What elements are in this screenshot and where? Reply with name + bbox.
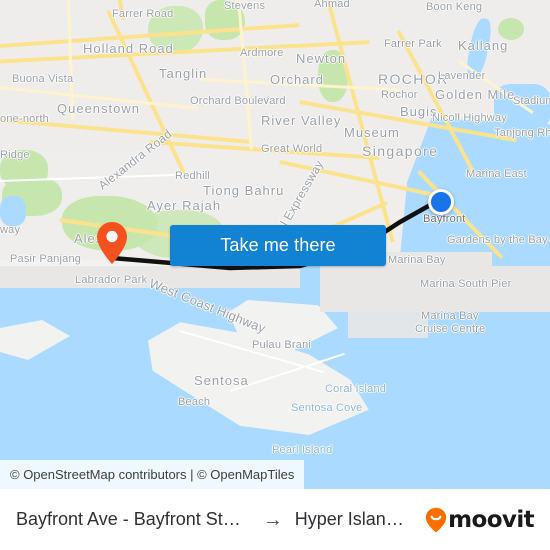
origin-pin-marker[interactable] xyxy=(97,222,127,264)
destination-dot-marker[interactable] xyxy=(428,189,454,215)
trip-summary-bar: Bayfront Ave - Bayfront Stn Exit ... → H… xyxy=(0,489,550,550)
arrow-right-icon: → xyxy=(262,508,283,531)
moovit-wordmark: moovit xyxy=(448,506,534,533)
take-me-there-button[interactable]: Take me there xyxy=(170,225,386,266)
map-canvas[interactable]: Farrer Road Stevens Ahmad Boon Keng Holland … xyxy=(0,0,550,489)
map-attribution[interactable]: © OpenStreetMap contributors | © OpenMap… xyxy=(0,460,305,489)
moovit-map-card: Farrer Road Stevens Ahmad Boon Keng Holland … xyxy=(0,0,550,550)
pin-icon xyxy=(97,222,127,264)
moovit-logo[interactable]: moovit xyxy=(425,506,535,533)
destination-place-label: Hyper Island Si... xyxy=(294,509,413,529)
origin-station-label: Bayfront Ave - Bayfront Stn Exit ... xyxy=(16,509,251,529)
moovit-pin-icon xyxy=(425,507,447,532)
